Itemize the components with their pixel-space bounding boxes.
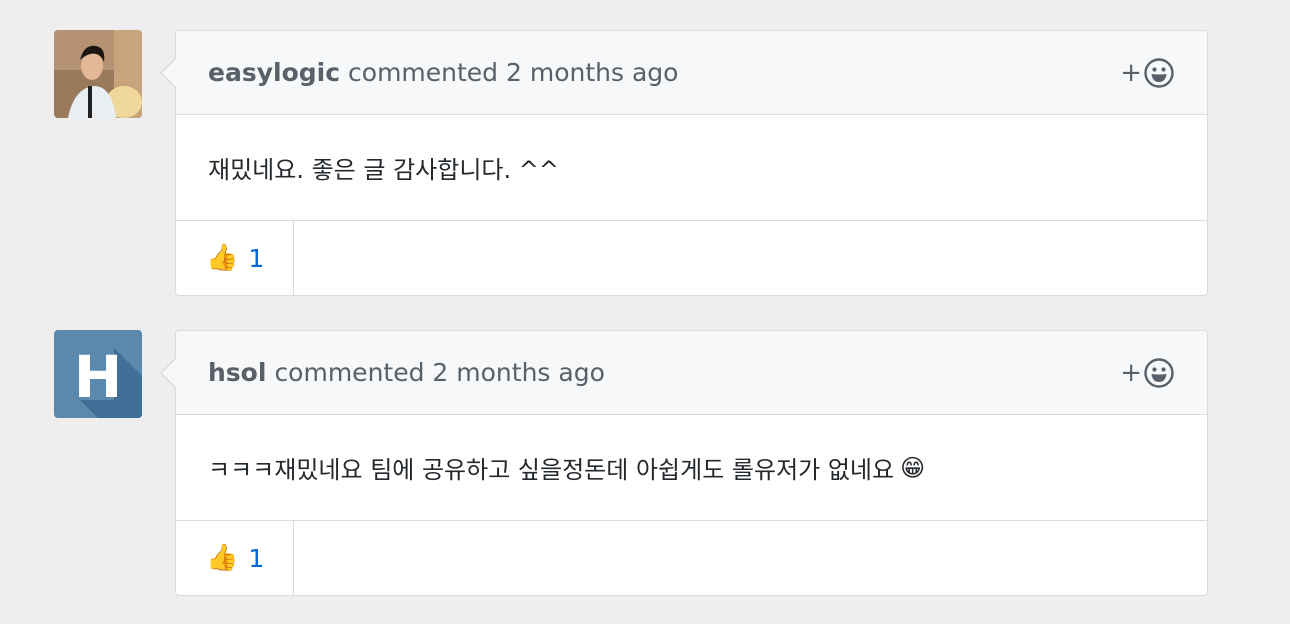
grinning-face-icon: 😁 (900, 453, 926, 482)
avatar-letter: H (74, 343, 123, 411)
add-reaction-button[interactable]: + (1120, 356, 1175, 390)
add-reaction-button[interactable]: + (1120, 56, 1175, 90)
comment-header: hsol commented 2 months ago + (176, 331, 1207, 415)
speech-arrow (160, 357, 177, 389)
comment-action: commented (348, 58, 499, 87)
comment-body: 재밌네요. 좋은 글 감사합니다. ^^ (176, 115, 1207, 221)
comment-text: 재밌네요. 좋은 글 감사합니다. ^^ (208, 156, 559, 184)
smiley-icon (1144, 58, 1174, 88)
reactions-bar: 👍 1 (176, 221, 1207, 295)
timestamp[interactable]: 2 months ago (432, 358, 604, 387)
timestamp[interactable]: 2 months ago (506, 58, 678, 87)
thumbs-up-reaction[interactable]: 👍 1 (176, 221, 294, 295)
reactions-bar: 👍 1 (176, 521, 1207, 595)
comment-text: ㅋㅋㅋ재밌네요 팀에 공유하고 싶을정돈데 아쉽게도 롤유저가 없네요 (208, 456, 895, 484)
reaction-count: 1 (248, 243, 265, 273)
thumbs-up-reaction[interactable]: 👍 1 (176, 521, 294, 595)
author-link[interactable]: hsol (208, 358, 266, 387)
comment-card: hsol commented 2 months ago + ㅋㅋㅋ재밌네요 팀에… (160, 330, 1208, 596)
comment-body: ㅋㅋㅋ재밌네요 팀에 공유하고 싶을정돈데 아쉽게도 롤유저가 없네요 😁 (176, 415, 1207, 521)
author-link[interactable]: easylogic (208, 58, 340, 87)
comment-header: easylogic commented 2 months ago + (176, 31, 1207, 115)
reaction-count: 1 (248, 543, 265, 573)
plus-label: + (1120, 358, 1142, 388)
thumbs-up-icon: 👍 (206, 543, 239, 573)
comment-action: commented (274, 358, 425, 387)
identicon-h-icon: H (54, 330, 142, 418)
smiley-icon (1144, 358, 1174, 388)
comment-2: H hsol commented 2 months ago + ㅋㅋㅋ재밌네요 … (54, 330, 1208, 596)
user-photo-icon (54, 30, 142, 118)
thumbs-up-icon: 👍 (206, 243, 239, 273)
avatar[interactable]: H (54, 330, 142, 418)
comment-1: easylogic commented 2 months ago + 재밌네요.… (54, 30, 1208, 296)
plus-label: + (1120, 58, 1142, 88)
avatar[interactable] (54, 30, 142, 118)
comment-card: easylogic commented 2 months ago + 재밌네요.… (160, 30, 1208, 296)
speech-arrow (160, 57, 177, 89)
